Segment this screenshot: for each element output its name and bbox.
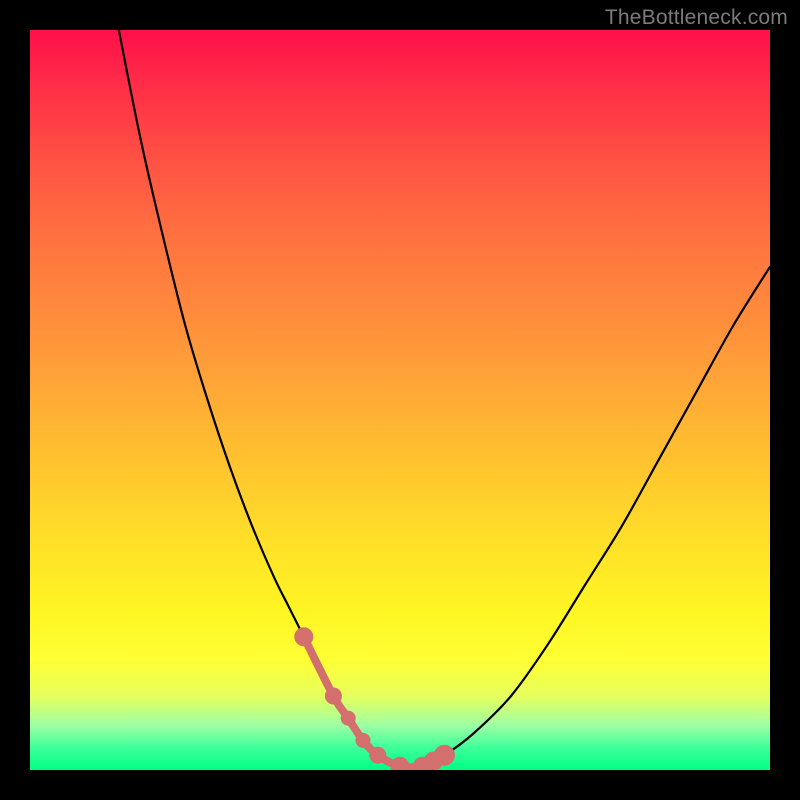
marker-dot: [341, 711, 355, 725]
marker-dot: [370, 747, 386, 763]
chart-frame: TheBottleneck.com: [0, 0, 800, 800]
marker-dot: [325, 688, 341, 704]
plot-area: [30, 30, 770, 770]
curve-svg: [30, 30, 770, 770]
watermark-text: TheBottleneck.com: [605, 6, 788, 30]
bottleneck-curve: [119, 30, 770, 768]
marker-dot: [295, 628, 313, 646]
marker-group: [295, 628, 455, 770]
marker-dot: [434, 745, 454, 765]
marker-dot: [391, 757, 409, 770]
marker-dot: [356, 733, 370, 747]
